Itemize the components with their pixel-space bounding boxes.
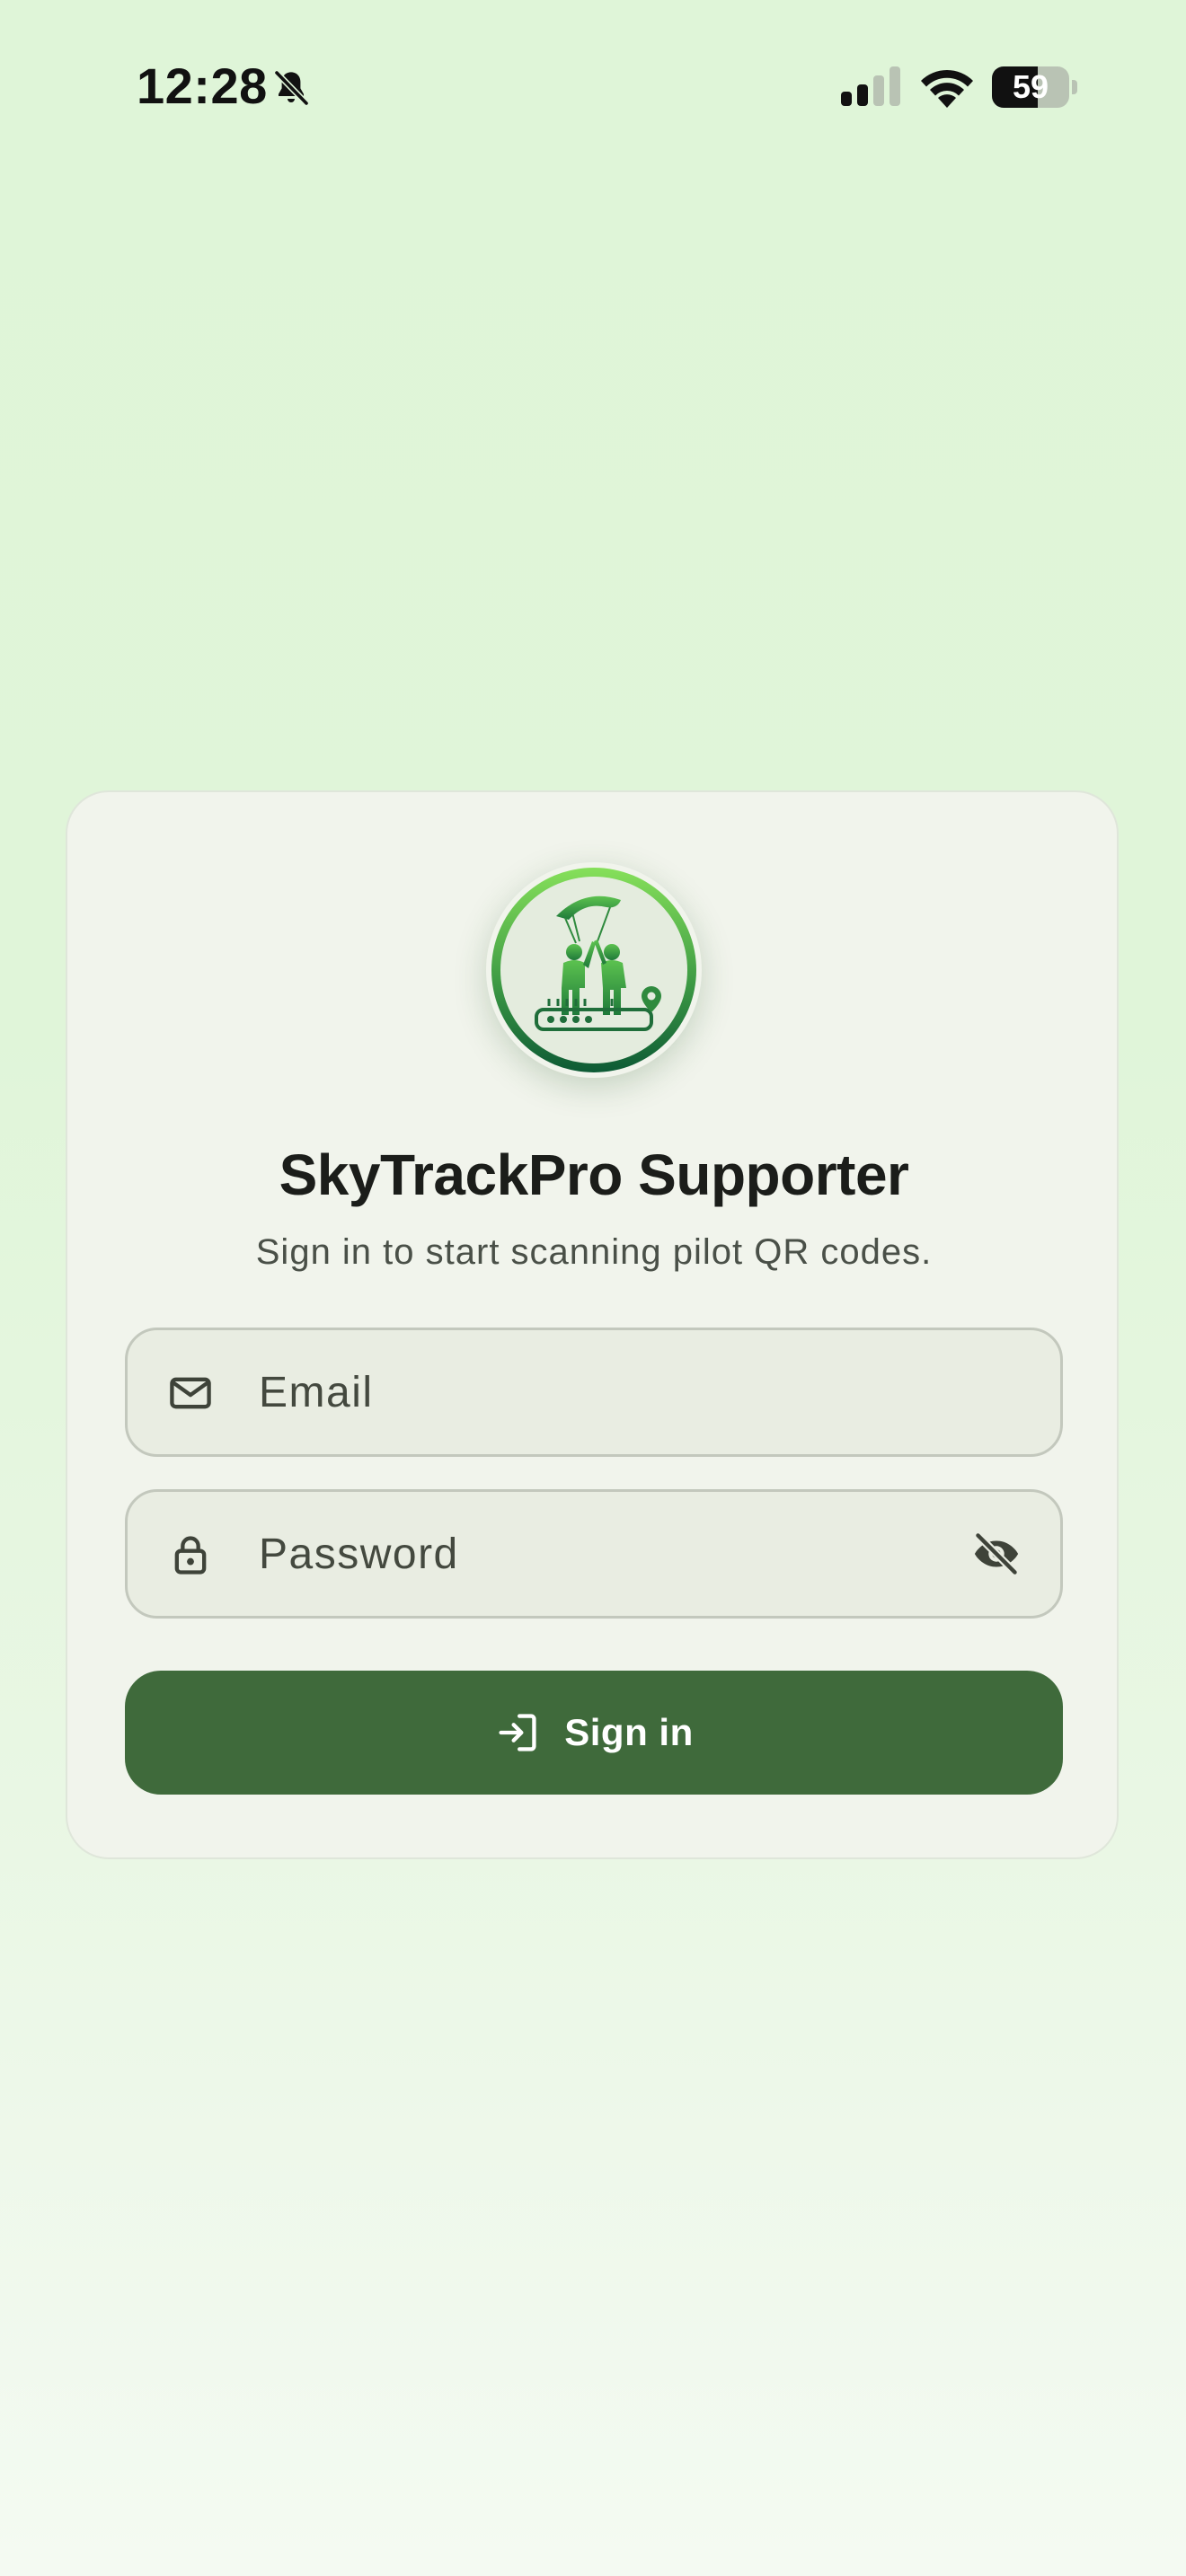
login-icon <box>499 1714 536 1751</box>
wifi-icon <box>921 69 973 108</box>
login-card: SkyTrackPro Supporter Sign in to start s… <box>66 790 1119 1859</box>
password-field[interactable] <box>125 1489 1063 1619</box>
cellular-signal-icon <box>841 66 900 106</box>
battery-percent: 59 <box>1012 68 1049 105</box>
password-input[interactable] <box>259 1492 906 1616</box>
email-input[interactable] <box>259 1330 906 1454</box>
bell-slash-icon <box>274 70 309 106</box>
lock-icon <box>174 1536 207 1575</box>
app-subtitle: Sign in to start scanning pilot QR codes… <box>255 1232 933 1272</box>
skytrackpro-logo-icon <box>486 862 702 1078</box>
sign-in-label: Sign in <box>564 1711 694 1753</box>
visibility-off-icon[interactable] <box>970 1528 1022 1580</box>
sign-in-button[interactable]: Sign in <box>125 1671 1063 1795</box>
status-bar: 12:28 59 <box>0 0 1186 171</box>
battery-icon: 59 <box>992 66 1078 108</box>
mail-icon <box>170 1377 211 1409</box>
status-time: 12:28 <box>137 57 268 114</box>
app-title: SkyTrackPro Supporter <box>279 1142 909 1207</box>
email-field[interactable] <box>125 1328 1063 1457</box>
